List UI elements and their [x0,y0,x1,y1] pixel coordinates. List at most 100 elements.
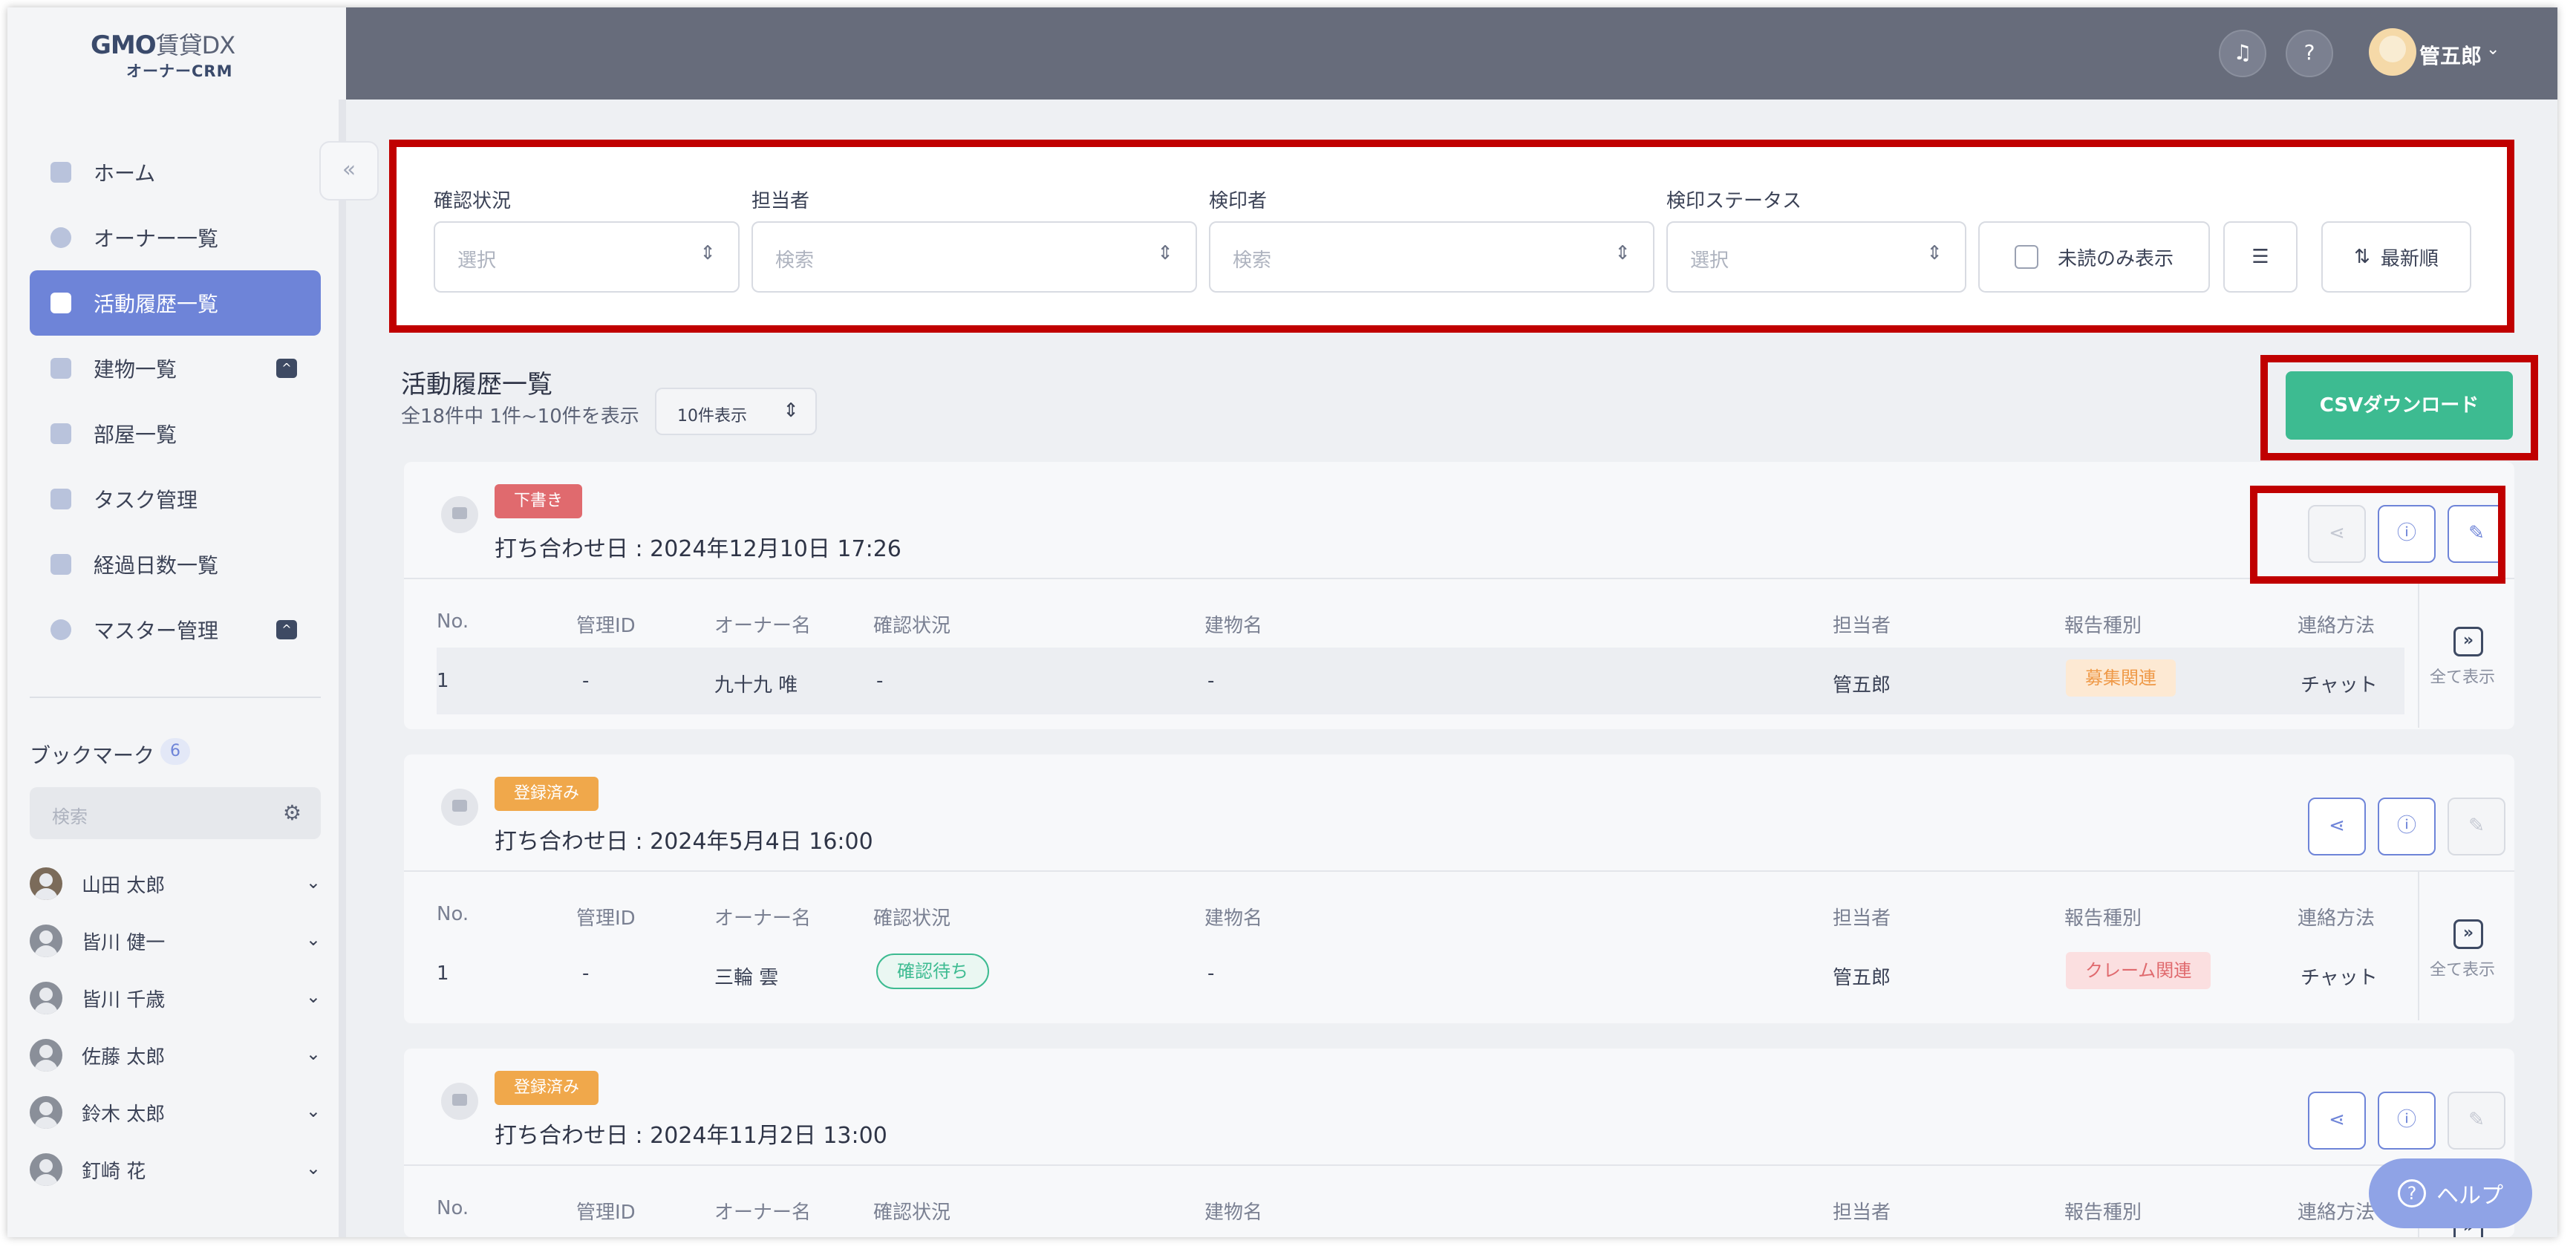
logo-subtitle: オーナーCRM [126,62,233,80]
bookmark-count-badge: 6 [160,738,190,765]
bell-icon[interactable]: ♫ [2219,30,2266,77]
cell-assignee: 管五郎 [1833,674,1891,697]
user-name[interactable]: 管五郎 [2419,40,2482,70]
approval-status-select[interactable]: 選択 ⇕ [1666,221,1966,293]
cell-owner[interactable]: 九十九 唯 [714,670,798,697]
avatar[interactable] [2369,28,2416,76]
sidebar-item-buildings[interactable]: 建物一覧 ^ [30,336,321,401]
chevron-down-icon[interactable]: ⌄ [306,929,321,950]
task-icon [50,489,71,509]
unread-only-checkbox[interactable]: 未読のみ表示 [1978,221,2210,293]
show-all-label: 全て表示 [2430,668,2496,687]
activity-card: 登録済み 打ち合わせ日 : 2024年5月4日 16:00 ⋖ ⓘ ✎ No. … [404,754,2514,1023]
column-header: 確認状況 [873,615,951,637]
cell-building: - [1207,670,1215,692]
collapse-sidebar-button[interactable]: « [319,141,379,201]
bookmark-item[interactable]: 山田 太郎 ⌄ [30,861,321,906]
sidebar-divider [30,697,321,698]
meeting-date: 打ち合わせ日 : 2024年11月2日 13:00 [495,1123,887,1149]
card-actions: ⋖ ⓘ ✎ [2292,790,2514,858]
cell-id: - [582,962,590,985]
approver-select[interactable]: 検索 ⇕ [1209,221,1654,293]
column-header: No. [437,1197,469,1219]
chevron-down-icon[interactable]: ⌄ [306,1101,321,1121]
cell-owner[interactable]: 三輪 雲 [714,962,778,990]
bookmark-search-input[interactable]: 検索 ⚙ [30,787,321,839]
sidebar-item-rooms[interactable]: 部屋一覧 [30,401,321,466]
checkbox-icon[interactable] [2014,245,2038,269]
question-icon[interactable]: ? [2286,30,2333,77]
share-icon[interactable]: ⋖ [2308,798,2366,855]
bookmark-name: 佐藤 太郎 [82,1046,166,1069]
column-header: 管理ID [576,907,636,930]
sidebar-item-elapsed-days[interactable]: 経過日数一覧 [30,532,321,597]
cell-assignee: 管五郎 [1833,967,1891,989]
sidebar-item-master[interactable]: マスター管理 ^ [30,597,321,662]
sliders-icon: ☰ [2251,246,2269,268]
edit-icon[interactable]: ✎ [2448,798,2505,855]
updown-arrow-icon: ⇕ [1614,242,1631,264]
chevron-up-icon[interactable]: ^ [276,359,297,378]
bookmark-item[interactable]: 佐藤 太郎 ⌄ [30,1033,321,1078]
bookmark-search-placeholder: 検索 [52,806,88,827]
info-icon[interactable]: ⓘ [2378,1092,2436,1150]
show-all-button[interactable]: » 全て表示 [2418,872,2514,1020]
updown-arrow-icon: ⇕ [700,242,716,264]
column-header: No. [437,903,469,925]
bookmark-item[interactable]: 釘崎 花 ⌄ [30,1147,321,1192]
filter-label: 確認状況 [434,190,512,212]
app-logo[interactable]: GMO賃貸DX オーナーCRM [7,7,346,100]
sort-button[interactable]: ⇅ 最新順 [2321,221,2471,293]
bookmark-item[interactable]: 鈴木 太郎 ⌄ [30,1090,321,1135]
csv-download-button[interactable]: CSVダウンロード [2286,371,2513,440]
chevron-down-icon[interactable]: ⌄ [2486,40,2500,59]
sidebar-item-tasks[interactable]: タスク管理 [30,466,321,532]
question-icon: ? [2398,1179,2426,1207]
sidebar-item-owners[interactable]: オーナー一覧 [30,205,321,270]
logo-title: GMO賃貸DX [91,30,235,60]
actions-highlight-frame [2250,486,2505,584]
chevron-down-icon[interactable]: ⌄ [306,986,321,1007]
double-chevron-right-icon: » [2453,919,2483,949]
report-type-badge: クレーム関連 [2066,952,2211,989]
filter-settings-button[interactable]: ☰ [2223,221,2298,293]
filter-label: 検印者 [1209,190,1268,212]
app-window: GMO賃貸DX オーナーCRM ホーム オーナー一覧 活動履歴一覧 建物一覧 ^… [7,7,2557,1237]
meeting-date: 打ち合わせ日 : 2024年12月10日 17:26 [495,536,901,562]
column-header: 報告種別 [2064,1202,2142,1224]
filter-label: 担当者 [751,190,810,212]
sort-label: 最新順 [2380,247,2439,270]
chevron-up-icon[interactable]: ^ [276,620,297,639]
info-icon[interactable]: ⓘ [2378,798,2436,855]
show-all-button[interactable]: » 全て表示 [2418,579,2514,728]
per-page-select[interactable]: 10件表示 ⇕ [655,388,817,435]
chevron-down-icon[interactable]: ⌄ [306,1043,321,1064]
help-button[interactable]: ? ヘルプ [2369,1158,2532,1228]
column-header: 担当者 [1833,1202,1891,1224]
sidebar-item-activity-history[interactable]: 活動履歴一覧 [30,270,321,336]
cell-id: - [582,670,590,692]
filter-icon[interactable]: ⚙ [283,801,301,825]
edit-icon[interactable]: ✎ [2448,1092,2505,1150]
avatar [30,1039,62,1072]
confirm-status-select[interactable]: 選択 ⇕ [434,221,740,293]
assignee-select[interactable]: 検索 ⇕ [751,221,1197,293]
column-header: 連絡方法 [2298,615,2376,637]
chevron-down-icon[interactable]: ⌄ [306,872,321,893]
divider [404,1164,2514,1166]
show-all-label: 全て表示 [2430,961,2496,979]
chevron-down-icon[interactable]: ⌄ [306,1158,321,1179]
report-type-badge: 募集関連 [2066,659,2176,697]
user-icon [50,227,71,248]
column-header: 管理ID [576,1202,636,1224]
bookmark-item[interactable]: 皆川 千歳 ⌄ [30,976,321,1020]
column-header: 建物名 [1204,907,1263,930]
cell-building: - [1207,962,1215,985]
column-header: No. [437,610,469,633]
sidebar-item-home[interactable]: ホーム [30,140,321,205]
bookmark-item[interactable]: 皆川 健一 ⌄ [30,919,321,963]
status-badge: 下書き [495,484,583,518]
share-icon[interactable]: ⋖ [2308,1092,2366,1150]
sort-icon: ⇅ [2354,246,2370,268]
cell-confirm: - [876,670,884,692]
